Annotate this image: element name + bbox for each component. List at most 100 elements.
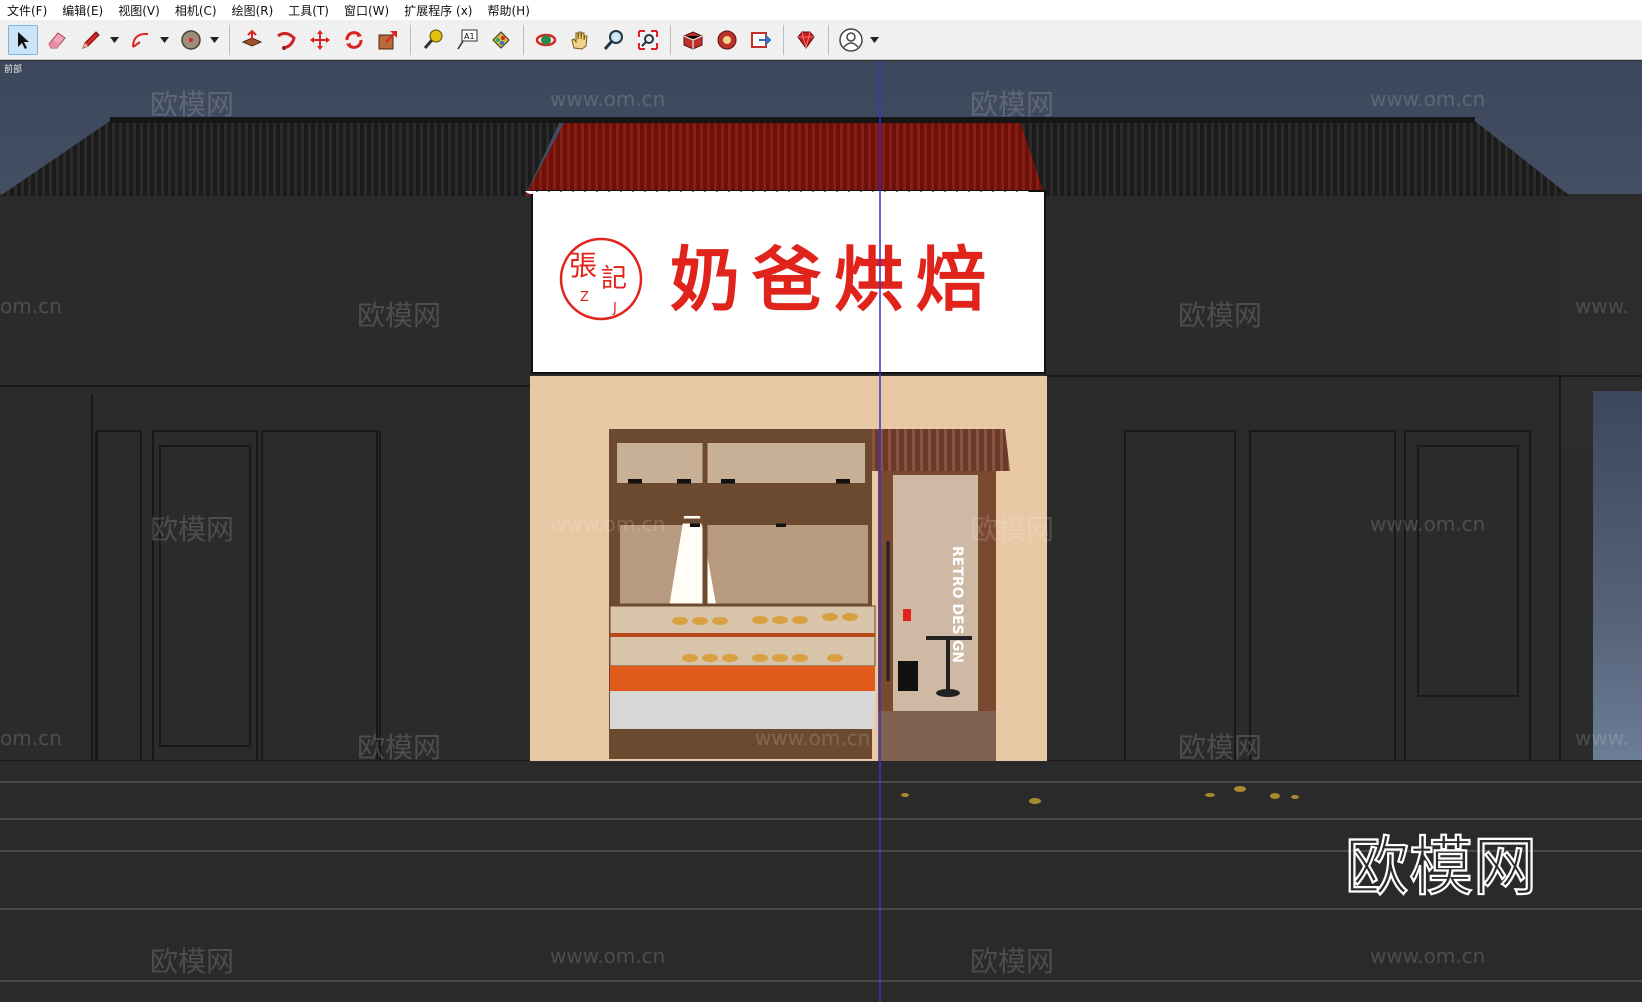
watermark-brand: 欧模网: [970, 88, 1054, 121]
account-icon: [839, 27, 863, 52]
pencil-tool-icon: [82, 30, 100, 49]
rotate-tool-icon: [345, 30, 363, 49]
menu-draw[interactable]: 绘图(R): [225, 2, 282, 19]
account-dropdown[interactable]: [868, 25, 880, 55]
seal-right-char: 記: [601, 264, 627, 294]
watermark-site: www.om.cn: [550, 944, 665, 968]
watermark-brand: 欧模网: [150, 945, 234, 978]
pushpull-tool-icon: [241, 29, 263, 47]
followme-tool-button[interactable]: [271, 25, 301, 55]
circle-tool-icon: [181, 29, 201, 50]
account-button[interactable]: [836, 25, 866, 55]
door-text: RETRO DESIGN: [949, 546, 965, 663]
menu-file[interactable]: 文件(F): [0, 2, 55, 19]
watermark-partial-www: www.: [1575, 726, 1629, 750]
rotate-tool-button[interactable]: [339, 25, 369, 55]
watermark-brand: 欧模网: [357, 299, 441, 332]
door-awning: [872, 429, 1010, 471]
scale-tool-button[interactable]: [373, 25, 403, 55]
menu-help[interactable]: 帮助(H): [480, 2, 537, 19]
right-opening: [1593, 391, 1642, 771]
watermark-brand: 欧模网: [357, 731, 441, 764]
scene-tab-label[interactable]: 前部: [4, 62, 22, 75]
pencil-dropdown[interactable]: [108, 25, 120, 55]
move-tool-button[interactable]: [305, 25, 335, 55]
toolbar-separator: [523, 24, 524, 55]
shop-sign-text: 奶爸烘焙: [670, 239, 998, 321]
seal-top-char: 張: [569, 249, 597, 282]
extension-warehouse-icon: [717, 30, 737, 49]
watermark-brand: 欧模网: [1178, 731, 1262, 764]
watermark-partial-www: www.: [1575, 294, 1629, 318]
menu-tools[interactable]: 工具(T): [281, 2, 337, 19]
text-tool-icon: A1: [457, 29, 478, 49]
send-to-layout-button[interactable]: [746, 25, 776, 55]
scale-tool-icon: [378, 30, 397, 49]
toolbar-separator: [670, 24, 671, 55]
text-tool-button[interactable]: A1: [452, 25, 482, 55]
zoom-extents-button[interactable]: [633, 25, 663, 55]
watermark-brand-large: 欧模网: [1345, 831, 1537, 905]
watermark-site: www.om.cn: [550, 512, 665, 536]
shop-window-glass-top: [617, 443, 865, 483]
chevron-down-icon: [869, 36, 879, 43]
door-sign-sticker: [903, 609, 911, 621]
menu-edit[interactable]: 编辑(E): [55, 2, 111, 19]
extension-warehouse-button[interactable]: [712, 25, 742, 55]
watermark-site: www.om.cn: [550, 87, 665, 111]
circle-tool-button[interactable]: [176, 25, 206, 55]
select-tool-icon: [18, 31, 29, 49]
paint-bucket-button[interactable]: [486, 25, 516, 55]
menu-bar: 文件(F) 编辑(E) 视图(V) 相机(C) 绘图(R) 工具(T) 窗口(W) 扩展程序 …: [0, 0, 1642, 20]
watermark-brand: 欧模网: [970, 945, 1054, 978]
zoom-tool-icon: [603, 29, 623, 50]
watermark-partial-site: om.cn: [0, 294, 62, 318]
orbit-tool-button[interactable]: [531, 25, 561, 55]
pushpull-tool-button[interactable]: [237, 25, 267, 55]
tape-measure-icon: [423, 29, 443, 49]
right-roof: [1020, 121, 1570, 196]
chevron-down-icon: [109, 36, 119, 43]
chevron-down-icon: [159, 36, 169, 43]
pencil-tool-button[interactable]: [76, 25, 106, 55]
tape-measure-button[interactable]: [418, 25, 448, 55]
menu-extensions[interactable]: 扩展程序 (x): [397, 2, 480, 19]
eraser-tool-icon: [48, 31, 66, 48]
watermark-site: www.om.cn: [1370, 87, 1485, 111]
send-to-layout-icon: [751, 31, 772, 48]
text-tool-label: A1: [464, 32, 475, 41]
display-counter-base: [610, 666, 875, 691]
arc-tool-button[interactable]: [126, 25, 156, 55]
paint-bucket-icon: [492, 30, 510, 49]
modeling-viewport[interactable]: 張 記 Z J 奶爸烘焙 RETRO DESIGN 欧模网 www.om.cn …: [0, 61, 1642, 1002]
menu-camera[interactable]: 相机(C): [168, 2, 225, 19]
menu-view[interactable]: 视图(V): [111, 2, 168, 19]
display-counter-plinth: [610, 691, 875, 729]
3d-warehouse-button[interactable]: [678, 25, 708, 55]
pan-tool-button[interactable]: [565, 25, 595, 55]
red-tile-roof: [525, 121, 1045, 196]
toolbar-separator: [229, 24, 230, 55]
main-toolbar: A1: [0, 20, 1642, 60]
door-threshold: [878, 711, 996, 761]
seal-letter-j: J: [612, 301, 617, 316]
ruby-console-button[interactable]: [791, 25, 821, 55]
watermark-brand: 欧模网: [150, 88, 234, 121]
watermark-site: www.om.cn: [755, 726, 870, 750]
select-tool-button[interactable]: [8, 24, 38, 55]
display-shelf: [610, 633, 875, 637]
roof-ridge: [110, 117, 1475, 123]
door-bag: [898, 661, 918, 691]
orbit-tool-icon: [535, 33, 557, 46]
eraser-tool-button[interactable]: [42, 25, 72, 55]
zoom-tool-button[interactable]: [599, 25, 629, 55]
arc-dropdown[interactable]: [158, 25, 170, 55]
zoom-extents-icon: [638, 29, 658, 50]
seal-letter-z: Z: [580, 290, 589, 305]
circle-dropdown[interactable]: [208, 25, 220, 55]
watermark-site: www.om.cn: [1370, 512, 1485, 536]
watermark-site: www.om.cn: [1370, 944, 1485, 968]
chevron-down-icon: [209, 36, 219, 43]
watermark-brand: 欧模网: [970, 513, 1054, 546]
menu-window[interactable]: 窗口(W): [337, 2, 397, 19]
